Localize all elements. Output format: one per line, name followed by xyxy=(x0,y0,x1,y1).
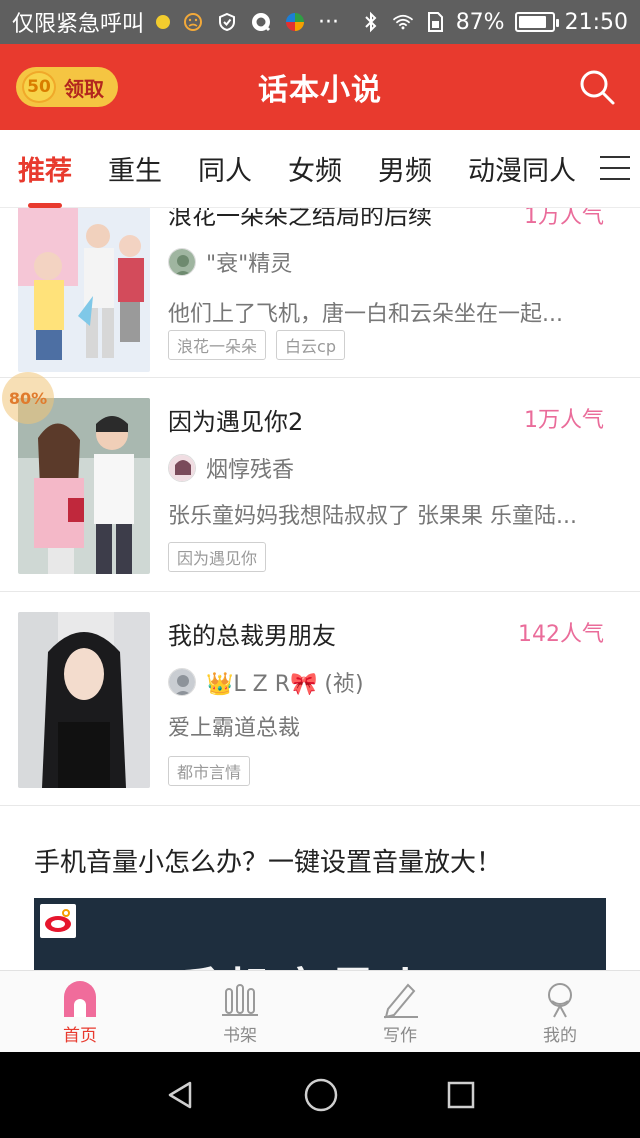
author-row: 👑L Z R🎀 (祯) xyxy=(168,666,364,698)
book-tag[interactable]: 都市言情 xyxy=(168,756,251,786)
book-description: 爱上霸道总裁 xyxy=(168,716,301,741)
tab-recommend[interactable]: 推荐 xyxy=(18,149,72,208)
avatar xyxy=(168,668,196,696)
battery-fill xyxy=(518,16,547,28)
colorful-app-icon xyxy=(284,11,306,33)
book-title: 浪花一朵朵之结局的后续 xyxy=(168,208,432,230)
system-navigation-bar xyxy=(0,1052,640,1138)
sina-logo-icon xyxy=(40,904,76,938)
book-cover xyxy=(18,208,150,372)
shield-icon xyxy=(216,11,238,33)
tag-row: 浪花一朵朵 白云cp xyxy=(168,330,345,360)
battery-icon xyxy=(514,12,559,32)
tag-row: 因为遇见你 xyxy=(168,542,267,572)
tag-row: 都市言情 xyxy=(168,756,251,786)
search-button[interactable] xyxy=(578,68,616,106)
status-bar: 仅限紧急呼叫 ··· 87% 21:50 xyxy=(0,0,640,44)
page-title: 话本小说 xyxy=(258,73,382,108)
more-notifications-icon: ··· xyxy=(318,9,339,35)
author-row: 烟惇残香 xyxy=(168,452,294,484)
nav-profile-label: 我的 xyxy=(543,1026,577,1046)
tab-female[interactable]: 女频 xyxy=(288,149,342,188)
category-tabs: 推荐 重生 同人 女频 男频 动漫同人 xyxy=(0,130,640,208)
tab-fanfic[interactable]: 同人 xyxy=(198,149,252,188)
home-circle-icon[interactable] xyxy=(303,1077,339,1113)
book-popularity: 1万人气 xyxy=(524,408,604,433)
qq-browser-icon xyxy=(250,11,272,33)
nav-home[interactable]: 首页 xyxy=(0,971,160,1052)
author-name: 烟惇残香 xyxy=(206,458,295,483)
tab-rebirth[interactable]: 重生 xyxy=(108,149,162,188)
book-tag[interactable]: 浪花一朵朵 xyxy=(168,330,267,360)
book-description: 张乐童妈妈我想陆叔叔了 张果果 乐童陆... xyxy=(168,504,577,529)
nav-profile[interactable]: 我的 xyxy=(480,971,640,1052)
book-tag[interactable]: 白云cp xyxy=(276,330,345,360)
home-icon xyxy=(64,981,96,1017)
book-popularity: 1万人气 xyxy=(524,208,604,229)
ad-card[interactable]: 手机音量小怎么办？一键设置音量放大！ 手机音量小？ xyxy=(0,806,640,970)
book-item[interactable]: 因为遇见你2 1万人气 烟惇残香 张乐童妈妈我想陆叔叔了 张果果 乐童陆... … xyxy=(0,378,640,592)
book-tag[interactable]: 因为遇见你 xyxy=(168,542,267,572)
author-row: "衰"精灵 xyxy=(168,246,292,278)
ad-image[interactable]: 手机音量小？ xyxy=(34,898,606,970)
tab-menu-icon[interactable] xyxy=(600,156,630,180)
author-name: "衰"精灵 xyxy=(206,252,293,277)
sad-face-icon xyxy=(182,11,204,33)
book-cover xyxy=(18,398,150,574)
bookshelf-icon xyxy=(222,984,258,1016)
book-item[interactable]: 我的总裁男朋友 142人气 👑L Z R🎀 (祯) 爱上霸道总裁 都市言情 xyxy=(0,592,640,806)
nav-write[interactable]: 写作 xyxy=(320,971,480,1052)
nav-home-label: 首页 xyxy=(63,1026,97,1046)
pen-icon xyxy=(384,983,418,1019)
battery-percent: 87% xyxy=(455,9,505,35)
book-description: 他们上了飞机，唐一白和云朵坐在一起... xyxy=(168,302,563,327)
nav-bookshelf-label: 书架 xyxy=(223,1026,257,1046)
progress-badge: 80% xyxy=(2,372,54,424)
book-cover xyxy=(18,612,150,788)
author-name: 👑L Z R🎀 (祯) xyxy=(206,672,364,697)
clock: 21:50 xyxy=(564,9,628,35)
avatar xyxy=(168,454,196,482)
book-item[interactable]: 浪花一朵朵之结局的后续 1万人气 "衰"精灵 他们上了飞机，唐一白和云朵坐在一起… xyxy=(0,208,640,378)
back-icon[interactable] xyxy=(164,1079,196,1111)
bottom-navigation: 首页 书架 写作 我的 xyxy=(0,970,640,1052)
notification-dot-icon xyxy=(156,15,171,29)
app-header: 50 领取 话本小说 xyxy=(0,44,640,130)
bluetooth-icon xyxy=(360,11,382,33)
carrier-text: 仅限紧急呼叫 xyxy=(12,12,145,37)
nav-bookshelf[interactable]: 书架 xyxy=(160,971,320,1052)
book-popularity: 142人气 xyxy=(518,622,604,647)
tab-anime-fanfic[interactable]: 动漫同人 xyxy=(468,149,576,188)
book-title: 因为遇见你2 xyxy=(168,408,304,436)
book-title: 我的总裁男朋友 xyxy=(168,622,336,650)
tab-male[interactable]: 男频 xyxy=(378,149,432,188)
avatar xyxy=(168,248,196,276)
ad-title: 手机音量小怎么办？一键设置音量放大！ xyxy=(34,848,503,878)
profile-icon xyxy=(548,983,572,1018)
nav-write-label: 写作 xyxy=(383,1026,417,1046)
sim-icon xyxy=(424,11,446,33)
recent-apps-icon[interactable] xyxy=(446,1080,476,1110)
wifi-icon xyxy=(392,11,414,33)
ad-image-text: 手机音量小？ xyxy=(174,954,486,970)
search-icon xyxy=(580,70,615,105)
book-feed[interactable]: 浪花一朵朵之结局的后续 1万人气 "衰"精灵 他们上了飞机，唐一白和云朵坐在一起… xyxy=(0,208,640,970)
